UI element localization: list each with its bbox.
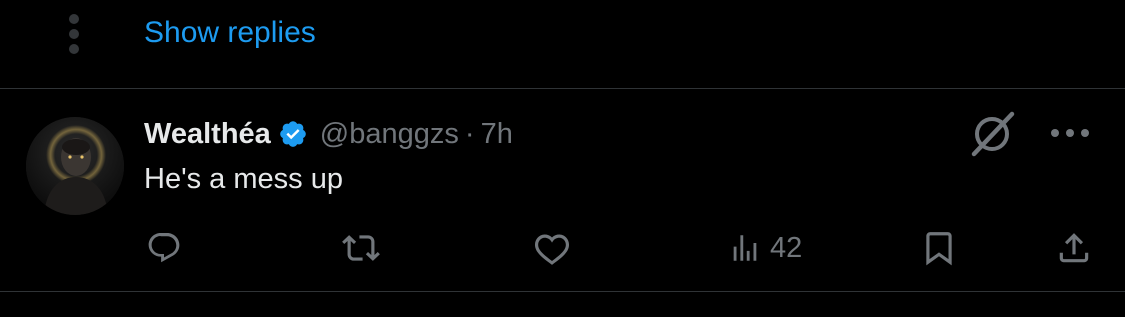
verified-badge-icon [279, 121, 306, 147]
person-portrait-avatar-icon [26, 117, 124, 215]
retweet-icon [342, 235, 380, 261]
share-icon [1059, 233, 1089, 263]
avatar[interactable] [26, 117, 124, 215]
views-button[interactable]: 42 [728, 228, 802, 268]
tweet-text: He's a mess up [144, 163, 343, 195]
bookmark-button[interactable] [920, 228, 958, 268]
like-button[interactable] [533, 228, 571, 268]
show-replies-row[interactable]: Show replies [0, 0, 1125, 88]
separator-dot: · [464, 117, 475, 150]
divider [0, 88, 1125, 89]
bookmark-icon [926, 232, 952, 266]
retweet-button[interactable] [342, 228, 380, 268]
thread-continuation-dots-icon [68, 14, 80, 54]
tweet-header: Wealthéa @banggzs · 7h [144, 114, 513, 154]
views-count: 42 [770, 231, 803, 264]
share-button[interactable] [1055, 228, 1093, 268]
divider [0, 291, 1125, 292]
reply-icon [148, 233, 180, 263]
reply-button[interactable] [146, 228, 182, 268]
more-icon[interactable] [1048, 120, 1092, 146]
heart-icon [534, 234, 570, 265]
show-replies-link[interactable]: Show replies [144, 14, 316, 52]
views-icon [733, 235, 757, 261]
display-name[interactable]: Wealthéa [144, 118, 271, 151]
handle[interactable]: @banggzs [320, 118, 459, 151]
grok-icon[interactable] [966, 108, 1018, 160]
timestamp[interactable]: 7h [481, 118, 513, 151]
